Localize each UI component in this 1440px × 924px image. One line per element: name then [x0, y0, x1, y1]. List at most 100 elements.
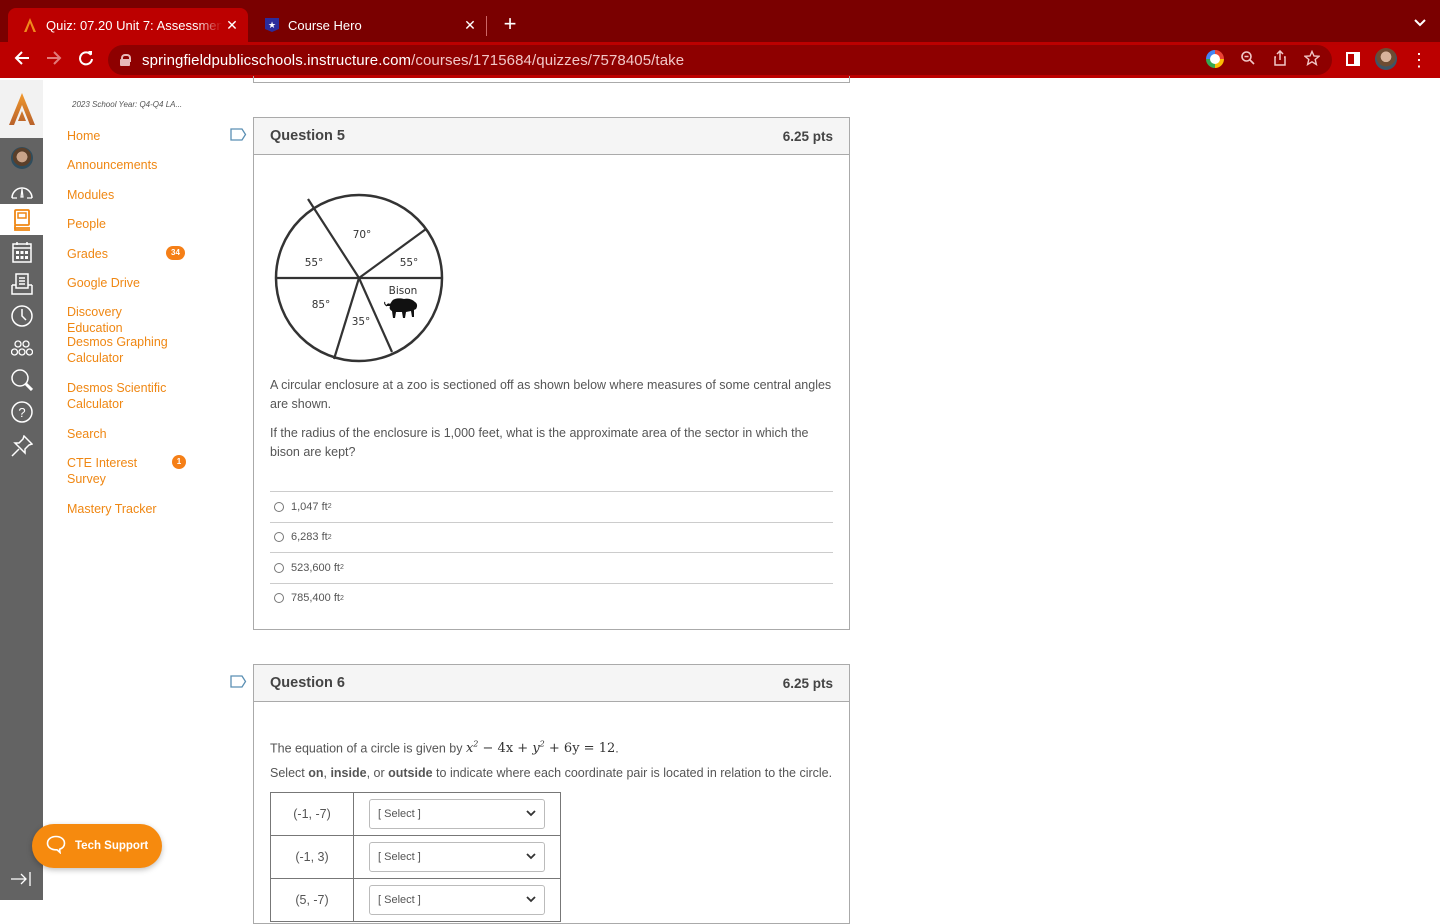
circle-equation: x2 − 4x + y2 + 6y = 12: [465, 740, 616, 757]
zoom-out-icon[interactable]: [1238, 50, 1258, 70]
table-row: (5, -7) [ Select ]: [270, 878, 561, 922]
question-text: If the radius of the enclosure is 1,000 …: [270, 426, 809, 459]
previous-question-box: [253, 76, 850, 83]
account-avatar[interactable]: [0, 142, 43, 173]
radio-button[interactable]: [274, 562, 284, 573]
question-6: Question 6 6.25 pts The equation of a ci…: [253, 664, 850, 924]
course-nav-cte-survey[interactable]: CTE Interest Survey: [67, 455, 177, 487]
tab-title: Course Hero: [288, 17, 362, 33]
address-bar[interactable]: springfieldpublicschools.instructure.com…: [108, 45, 1332, 75]
question-points: 6.25 pts: [782, 675, 833, 691]
table-row: (-1, -7) [ Select ]: [270, 792, 561, 836]
course-nav-modules[interactable]: Modules: [67, 187, 177, 203]
sector-label: 35°: [352, 316, 371, 328]
course-nav-google-drive[interactable]: Google Drive: [67, 275, 177, 291]
history-icon[interactable]: [0, 300, 43, 331]
sector-label: 85°: [312, 299, 331, 311]
question-text: A circular enclosure at a zoo is section…: [270, 378, 832, 411]
tab-separator: [486, 16, 487, 36]
radio-button[interactable]: [274, 532, 284, 543]
sector-label: 55°: [400, 257, 419, 269]
more-menu-icon[interactable]: ⋮: [1410, 48, 1428, 72]
lock-icon: [120, 54, 131, 66]
flag-question-icon[interactable]: [230, 675, 247, 693]
profile-avatar[interactable]: [1375, 48, 1397, 70]
tab-course-hero[interactable]: ★ Course Hero ✕: [250, 8, 486, 42]
question-instruction: Select on, inside, or outside to indicat…: [270, 766, 833, 780]
course-navigation: 2023 School Year: Q4-Q4 LA... Home Annou…: [43, 80, 218, 900]
coordinate-pair: (-1, -7): [270, 792, 354, 836]
circle-sector-diagram: 70° 55° 55° 85° 35° Bison: [274, 193, 444, 363]
help-icon[interactable]: ?: [0, 396, 43, 427]
inbox-icon[interactable]: [0, 268, 43, 299]
svg-text:★: ★: [268, 20, 276, 30]
reload-icon[interactable]: [74, 48, 98, 72]
close-tab-icon[interactable]: ✕: [222, 17, 242, 34]
browser-tab-bar: Quiz: 07.20 Unit 7: Assessment ✕ ★ Cours…: [0, 0, 1440, 42]
chevron-down-icon[interactable]: [1414, 14, 1426, 30]
google-icon[interactable]: [1206, 50, 1226, 70]
matching-table: (-1, -7) [ Select ] (-1, 3) [ Select ] (…: [270, 792, 561, 922]
chevron-down-icon: [526, 851, 536, 863]
radio-button[interactable]: [274, 593, 284, 604]
svg-text:?: ?: [18, 405, 25, 420]
answer-option[interactable]: 523,600 ft 2: [270, 552, 833, 583]
sector-label: 70°: [353, 229, 372, 241]
new-tab-button[interactable]: +: [498, 12, 522, 36]
answer-option[interactable]: 785,400 ft 2: [270, 582, 833, 614]
course-nav-people[interactable]: People: [67, 216, 177, 232]
tab-title: Quiz: 07.20 Unit 7: Assessment: [46, 17, 222, 33]
question-points: 6.25 pts: [782, 128, 833, 144]
course-nav-announcements[interactable]: Announcements: [67, 157, 177, 173]
course-nav-desmos-graphing[interactable]: Desmos Graphing Calculator: [67, 334, 177, 366]
course-hero-star-icon: ★: [264, 17, 280, 33]
course-title: 2023 School Year: Q4-Q4 LA...: [72, 100, 183, 109]
location-select[interactable]: [ Select ]: [369, 885, 545, 915]
answer-option[interactable]: 6,283 ft 2: [270, 521, 833, 553]
coordinate-pair: (-1, 3): [270, 835, 354, 879]
course-nav-home[interactable]: Home: [67, 128, 177, 144]
sector-label: 55°: [305, 257, 324, 269]
question-text: The equation of a circle is given by x2 …: [270, 740, 619, 757]
side-panel-icon[interactable]: [1346, 52, 1360, 66]
canvas-logo-icon[interactable]: [0, 80, 43, 138]
forward-arrow-icon[interactable]: [42, 48, 66, 72]
pin-icon[interactable]: [0, 430, 43, 461]
question-title: Question 6: [270, 675, 345, 691]
cte-survey-badge: 1: [172, 455, 186, 469]
back-arrow-icon[interactable]: [10, 48, 34, 72]
dashboard-icon[interactable]: [0, 175, 43, 206]
answer-option[interactable]: 1,047 ft 2: [270, 491, 833, 522]
course-nav-desmos-scientific[interactable]: Desmos Scientific Calculator: [67, 380, 177, 412]
collapse-nav-icon[interactable]: [10, 871, 32, 892]
location-select[interactable]: [ Select ]: [369, 842, 545, 872]
question-header: Question 5 6.25 pts: [254, 118, 849, 155]
question-5: Question 5 6.25 pts 70° 55° 55° 85° 35° …: [253, 117, 850, 630]
tab-quiz[interactable]: Quiz: 07.20 Unit 7: Assessment ✕: [8, 8, 248, 42]
flag-question-icon[interactable]: [230, 128, 247, 146]
browser-toolbar: springfieldpublicschools.instructure.com…: [0, 42, 1440, 78]
global-navigation: ?: [0, 80, 43, 900]
commons-icon[interactable]: [0, 332, 43, 363]
tech-support-button[interactable]: Tech Support: [32, 824, 162, 868]
share-icon[interactable]: [1270, 49, 1290, 70]
sector-label: Bison: [389, 285, 418, 297]
bookmark-star-icon[interactable]: [1302, 49, 1322, 70]
course-nav-grades[interactable]: Grades: [67, 246, 177, 262]
search-icon[interactable]: [0, 364, 43, 395]
location-select[interactable]: [ Select ]: [369, 799, 545, 829]
radio-button[interactable]: [274, 501, 284, 512]
canvas-logo-icon: [22, 17, 38, 33]
table-row: (-1, 3) [ Select ]: [270, 835, 561, 879]
answer-list: 1,047 ft 2 6,283 ft 2 523,600 ft 2 785,400 …: [270, 491, 833, 613]
courses-icon[interactable]: [0, 204, 43, 235]
grades-badge: 34: [166, 246, 185, 260]
close-tab-icon[interactable]: ✕: [460, 17, 480, 34]
coordinate-pair: (5, -7): [270, 878, 354, 922]
url-text[interactable]: springfieldpublicschools.instructure.com…: [142, 52, 684, 69]
calendar-icon[interactable]: [0, 236, 43, 267]
chevron-down-icon: [526, 894, 536, 906]
course-nav-search[interactable]: Search: [67, 426, 177, 442]
course-nav-discovery-education[interactable]: Discovery Education: [67, 304, 177, 336]
course-nav-mastery-tracker[interactable]: Mastery Tracker: [67, 501, 177, 517]
